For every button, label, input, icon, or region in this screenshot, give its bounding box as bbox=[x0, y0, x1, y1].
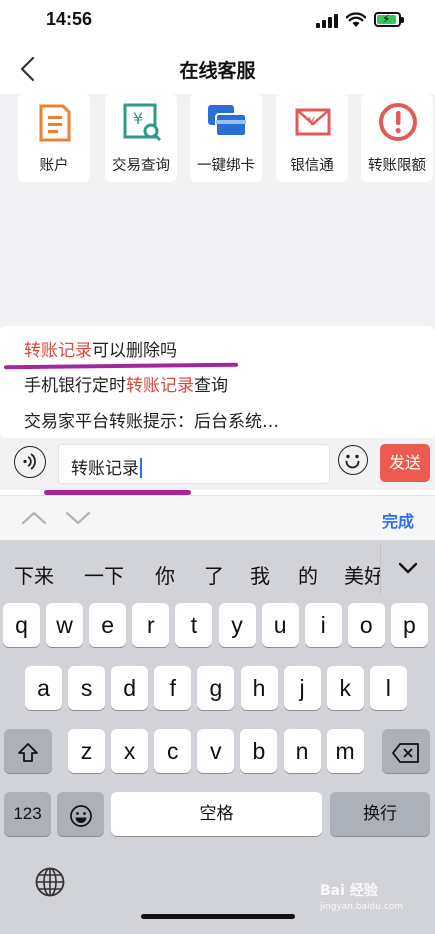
space-key[interactable]: 空格 bbox=[111, 792, 322, 836]
previous-field-chevron-icon[interactable] bbox=[20, 504, 48, 532]
home-indicator bbox=[141, 914, 295, 919]
key-k[interactable]: k bbox=[326, 666, 364, 710]
envelope-yen-icon: ¥ bbox=[295, 108, 331, 136]
keyboard: 下来 一下 你 了 我 的 美好 qwertyuiop asdfghjkl zxcv… bbox=[0, 540, 435, 934]
key-i[interactable]: i bbox=[304, 603, 342, 647]
candidate-word[interactable]: 了 bbox=[204, 560, 224, 589]
expand-candidates-chevron-icon[interactable] bbox=[396, 556, 420, 580]
svg-text:¥: ¥ bbox=[133, 109, 143, 128]
candidate-word[interactable]: 一下 bbox=[84, 560, 124, 589]
candidate-word[interactable]: 你 bbox=[155, 560, 175, 589]
candidate-bar: 下来 一下 你 了 我 的 美好 bbox=[0, 540, 435, 596]
key-t[interactable]: t bbox=[175, 603, 213, 647]
suggestion-item[interactable]: 交易家平台转账提示：后台系统… bbox=[24, 407, 279, 432]
alert-circle-icon bbox=[379, 103, 417, 141]
key-f[interactable]: f bbox=[154, 666, 192, 710]
message-input-value: 转账记录 bbox=[71, 459, 139, 479]
shift-key[interactable] bbox=[4, 729, 52, 773]
message-input-bar: 转账记录 发送 bbox=[0, 438, 435, 490]
key-y[interactable]: y bbox=[218, 603, 256, 647]
shift-arrow-icon bbox=[18, 743, 38, 762]
service-label: 一键绑卡 bbox=[197, 158, 255, 174]
key-q[interactable]: q bbox=[3, 603, 40, 647]
service-label: 银信通 bbox=[290, 158, 334, 174]
key-n[interactable]: n bbox=[283, 729, 321, 773]
suggestion-text: 手机银行定时 bbox=[24, 376, 126, 396]
return-key[interactable]: 换行 bbox=[330, 792, 430, 836]
next-field-chevron-icon[interactable] bbox=[64, 504, 92, 532]
suggestion-text: 交易家平台转账提示：后台系统… bbox=[24, 412, 279, 432]
backspace-key[interactable] bbox=[382, 729, 430, 773]
transaction-search-icon: ¥ bbox=[123, 103, 162, 142]
candidate-word[interactable]: 的 bbox=[298, 560, 318, 589]
candidate-divider bbox=[380, 544, 381, 594]
status-time: 14:56 bbox=[46, 9, 93, 29]
key-v[interactable]: v bbox=[197, 729, 235, 773]
send-button[interactable]: 发送 bbox=[380, 444, 430, 482]
key-u[interactable]: u bbox=[261, 603, 299, 647]
backspace-icon bbox=[392, 743, 419, 763]
message-input[interactable]: 转账记录 bbox=[58, 444, 330, 484]
suggestion-text: 可以删除吗 bbox=[92, 341, 177, 361]
service-yinxintong[interactable]: ¥ 银信通 bbox=[276, 94, 348, 182]
key-o[interactable]: o bbox=[347, 603, 385, 647]
voice-input-icon[interactable] bbox=[14, 446, 46, 478]
key-z[interactable]: z bbox=[68, 729, 105, 773]
emoji-icon[interactable] bbox=[338, 445, 368, 475]
key-c[interactable]: c bbox=[154, 729, 192, 773]
service-label: 交易查询 bbox=[112, 158, 170, 174]
key-a[interactable]: a bbox=[25, 666, 62, 710]
service-transfer-limit[interactable]: 转账限额 bbox=[361, 94, 433, 182]
suggestion-highlight: 转账记录 bbox=[126, 376, 194, 396]
emoji-key[interactable] bbox=[57, 792, 104, 836]
cellular-signal-icon bbox=[316, 14, 340, 28]
done-button[interactable]: 完成 bbox=[382, 508, 414, 532]
key-j[interactable]: j bbox=[283, 666, 321, 710]
suggestion-item[interactable]: 手机银行定时转账记录查询 bbox=[24, 371, 228, 396]
keyboard-accessory-bar: 完成 bbox=[0, 495, 435, 540]
candidate-word[interactable]: 下来 bbox=[14, 560, 54, 589]
bind-card-icon bbox=[208, 105, 247, 137]
account-document-icon bbox=[39, 104, 71, 142]
key-m[interactable]: m bbox=[326, 729, 364, 773]
candidate-word[interactable]: 我 bbox=[250, 560, 270, 589]
key-x[interactable]: x bbox=[111, 729, 149, 773]
battery-charging-icon: ⚡ bbox=[374, 12, 404, 27]
watermark-url: jingyan.baidu.com bbox=[320, 902, 404, 912]
key-e[interactable]: e bbox=[89, 603, 127, 647]
service-label: 账户 bbox=[39, 158, 69, 174]
navigation-bar: 在线客服 bbox=[0, 44, 435, 94]
service-label: 转账限额 bbox=[368, 158, 426, 174]
service-bind-card[interactable]: 一键绑卡 bbox=[190, 94, 262, 182]
suggestion-list: 转账记录可以删除吗 手机银行定时转账记录查询 交易家平台转账提示：后台系统… bbox=[0, 326, 435, 438]
key-g[interactable]: g bbox=[197, 666, 235, 710]
key-w[interactable]: w bbox=[46, 603, 84, 647]
candidate-word[interactable]: 美好 bbox=[344, 560, 380, 589]
key-s[interactable]: s bbox=[68, 666, 106, 710]
key-h[interactable]: h bbox=[240, 666, 278, 710]
chat-content: 账户 ¥ 交易查询 一键绑卡 ¥ 银信通 转账限额 转账记录可以删除吗 手机银行… bbox=[0, 94, 435, 490]
key-p[interactable]: p bbox=[390, 603, 428, 647]
watermark: Bai 经验 bbox=[320, 883, 378, 899]
service-transaction-query[interactable]: ¥ 交易查询 bbox=[105, 94, 177, 182]
status-bar: 14:56 ⚡ bbox=[0, 0, 435, 44]
page-title: 在线客服 bbox=[179, 60, 256, 82]
suggestion-item[interactable]: 转账记录可以删除吗 bbox=[24, 336, 177, 361]
suggestion-text: 查询 bbox=[194, 376, 228, 396]
key-l[interactable]: l bbox=[369, 666, 407, 710]
service-account[interactable]: 账户 bbox=[18, 94, 90, 182]
key-r[interactable]: r bbox=[132, 603, 170, 647]
text-caret bbox=[140, 458, 142, 478]
wifi-icon bbox=[346, 12, 366, 27]
numbers-key[interactable]: 123 bbox=[4, 792, 51, 836]
emoji-face-icon bbox=[69, 805, 92, 827]
svg-text:¥: ¥ bbox=[308, 115, 315, 128]
globe-icon[interactable] bbox=[34, 866, 66, 898]
suggestion-highlight: 转账记录 bbox=[24, 341, 92, 361]
key-d[interactable]: d bbox=[111, 666, 149, 710]
key-b[interactable]: b bbox=[240, 729, 278, 773]
